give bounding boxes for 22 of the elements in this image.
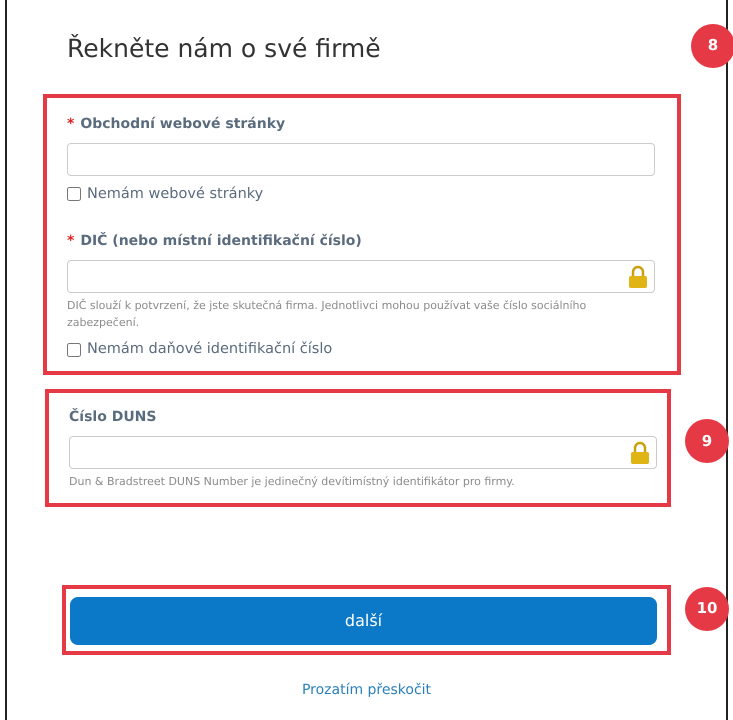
checkbox-label: Nemám webové stránky xyxy=(87,184,264,204)
field-label: Obchodní webové stránky xyxy=(80,116,286,132)
checkbox-label: Nemám daňové identifikační číslo xyxy=(87,340,332,360)
lock-icon xyxy=(628,264,648,289)
callout-badge: 8 xyxy=(691,24,733,68)
checkbox[interactable] xyxy=(67,187,81,202)
callout-badge: 9 xyxy=(685,419,729,463)
callout-badge: 10 xyxy=(685,586,729,630)
field-label: DIČ (nebo místní identifikační číslo) xyxy=(80,233,362,250)
skip-link[interactable]: Prozatím přeskočit xyxy=(302,682,432,698)
input-field[interactable] xyxy=(69,436,657,469)
next-button[interactable]: další xyxy=(70,596,657,644)
help-text: Dun & Bradstreet DUNS Number je jedinečný devítimístný identifikátor pro firmy. xyxy=(69,474,516,490)
input-field[interactable] xyxy=(67,142,655,176)
help-text: DIČ slouží k potvrzení, že jste skutečná firma. Jednotlivci mohou používat vaše číslo sociálního zabezpečení. xyxy=(67,298,588,331)
field-label: Číslo DUNS xyxy=(69,407,158,427)
required-marker: * xyxy=(67,233,74,250)
required-marker: * xyxy=(67,116,74,132)
lock-icon xyxy=(630,440,650,464)
input-field[interactable] xyxy=(67,260,655,294)
page-title: Řekněte nám o své firmě xyxy=(67,33,381,65)
checkbox[interactable] xyxy=(67,343,81,358)
